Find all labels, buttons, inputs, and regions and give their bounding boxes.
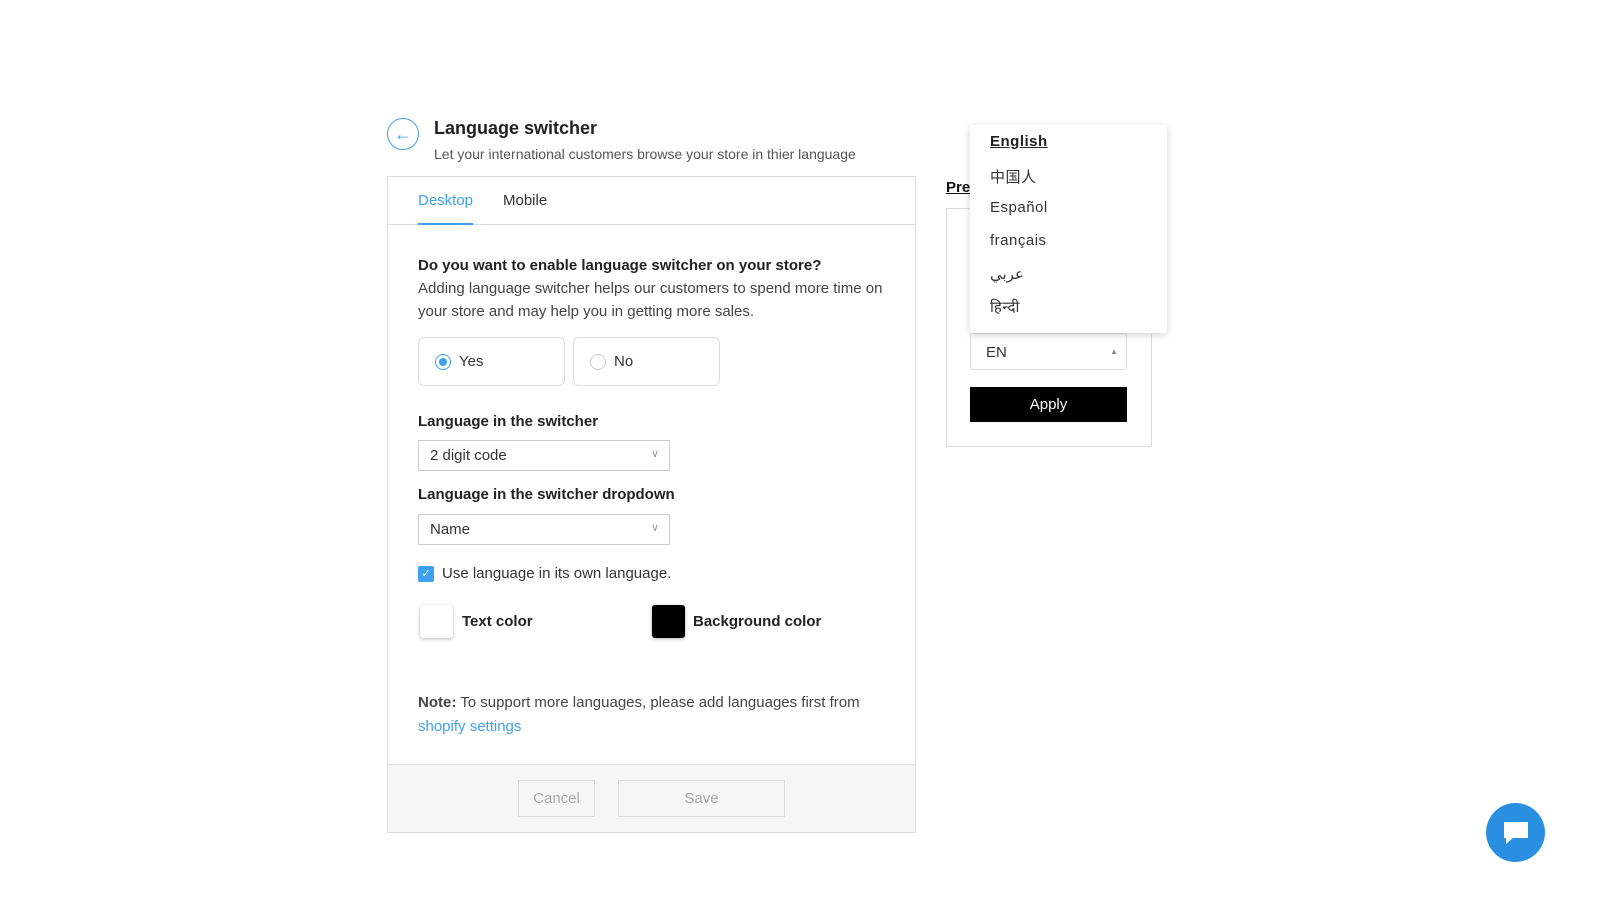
- caret-up-icon: ▲: [1110, 347, 1118, 356]
- background-color-label: Background color: [693, 613, 822, 630]
- back-button[interactable]: ←: [387, 118, 419, 150]
- radio-checked-icon: [435, 353, 451, 370]
- settings-card: Desktop Mobile Do you want to enable lan…: [387, 176, 916, 833]
- language-option[interactable]: عربي: [990, 265, 1024, 283]
- checkbox-label: Use language in its own language.: [442, 565, 672, 582]
- tab-mobile[interactable]: Mobile: [503, 192, 547, 209]
- radio-label: Yes: [459, 353, 484, 370]
- own-language-checkbox[interactable]: ✓ Use language in its own language.: [418, 565, 671, 582]
- page-title: Language switcher: [434, 118, 598, 138]
- note-prefix: Note:: [418, 694, 457, 711]
- select-value: EN: [986, 344, 1007, 361]
- save-button[interactable]: Save: [618, 780, 785, 817]
- preview-language-select[interactable]: EN ▲: [970, 333, 1127, 370]
- language-option[interactable]: français: [990, 232, 1047, 249]
- language-option[interactable]: 中国人: [990, 166, 1037, 187]
- shopify-settings-link[interactable]: shopify settings: [418, 718, 521, 735]
- card-footer: Cancel Save: [388, 764, 915, 832]
- chat-bubble-icon: [1503, 821, 1528, 844]
- switcher-language-select[interactable]: 2 digit code ∨: [418, 440, 670, 471]
- language-option[interactable]: Español: [990, 199, 1048, 216]
- note-text: To support more languages, please add la…: [456, 694, 860, 711]
- select-value: 2 digit code: [430, 447, 507, 464]
- background-color-swatch[interactable]: [652, 605, 685, 638]
- dropdown-language-label: Language in the switcher dropdown: [418, 486, 675, 503]
- radio-label: No: [614, 353, 634, 370]
- enable-question: Do you want to enable language switcher …: [418, 257, 822, 274]
- switcher-language-label: Language in the switcher: [418, 413, 599, 430]
- radio-unchecked-icon: [590, 353, 606, 370]
- language-dropdown-menu: English 中国人 Español français عربي हिन्दी: [970, 125, 1167, 333]
- checkmark-icon: ✓: [418, 565, 434, 582]
- tab-bar: Desktop Mobile: [388, 177, 915, 225]
- tab-desktop[interactable]: Desktop: [418, 192, 474, 225]
- radio-no[interactable]: No: [573, 337, 720, 386]
- note: Note: To support more languages, please …: [418, 691, 888, 739]
- page-subtitle: Let your international customers browse …: [434, 146, 856, 162]
- chat-button[interactable]: [1486, 803, 1545, 862]
- language-option[interactable]: English: [990, 133, 1048, 150]
- select-value: Name: [430, 521, 471, 538]
- cancel-button[interactable]: Cancel: [518, 780, 595, 817]
- enable-description: Adding language switcher helps our custo…: [418, 280, 883, 320]
- dropdown-language-select[interactable]: Name ∨: [418, 514, 670, 545]
- language-option[interactable]: हिन्दी: [990, 297, 1020, 317]
- text-color-swatch[interactable]: [420, 605, 453, 638]
- apply-button[interactable]: Apply: [970, 387, 1127, 422]
- text-color-label: Text color: [462, 613, 533, 630]
- arrow-left-icon: ←: [394, 123, 412, 144]
- radio-yes[interactable]: Yes: [418, 337, 565, 386]
- chevron-down-icon: ∨: [650, 522, 659, 534]
- chevron-down-icon: ∨: [650, 448, 659, 460]
